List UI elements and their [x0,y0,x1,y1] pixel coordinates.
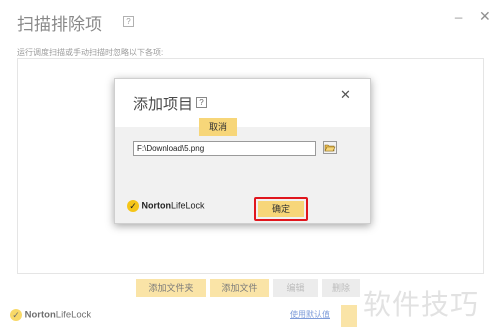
add-item-dialog: 添加项目 ? ✕ ✓ NortonLifeLock 确定 [114,78,371,224]
help-icon[interactable]: ? [196,97,207,108]
cancel-button[interactable]: 取消 [199,118,237,136]
file-path-input[interactable] [133,141,316,156]
brand-name-bold: Norton [141,200,172,211]
folder-open-icon[interactable] [323,141,337,154]
watermark-text: 软件技巧 [363,288,480,321]
dialog-body: ✓ NortonLifeLock 确定 [115,127,370,223]
norton-check-icon: ✓ [127,200,139,212]
dialog-title: 添加项目 [133,96,194,113]
confirm-button-highlight: 确定 [254,197,308,221]
confirm-button[interactable]: 确定 [258,201,304,217]
norton-logo: ✓ NortonLifeLock [127,200,205,212]
brand-name-rest: LifeLock [171,200,205,211]
close-icon[interactable]: ✕ [340,87,351,103]
